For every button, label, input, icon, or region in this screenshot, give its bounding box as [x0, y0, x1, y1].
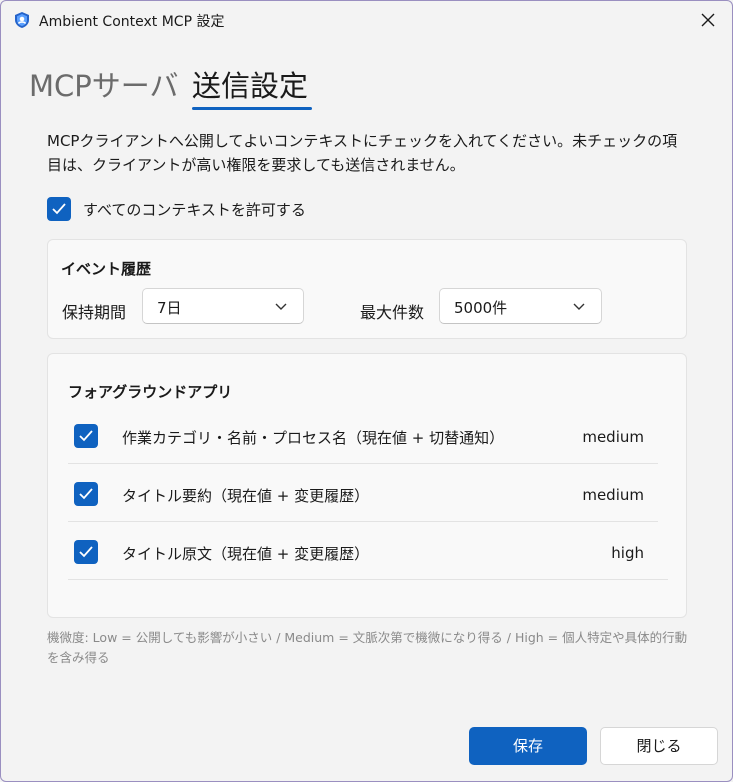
max-count-select[interactable]: 5000件 — [439, 288, 602, 324]
item-checkbox-category[interactable] — [74, 424, 98, 448]
item-label-category: 作業カテゴリ・名前・プロセス名（現在値 + 切替通知） — [122, 429, 505, 447]
chevron-down-icon — [573, 303, 585, 310]
title-bar: Ambient Context MCP 設定 — [1, 1, 732, 41]
retention-label: 保持期間 — [62, 303, 127, 322]
row-divider — [68, 521, 658, 522]
active-tab-indicator — [192, 107, 312, 110]
item-checkbox-title-raw[interactable] — [74, 540, 98, 564]
item-level-title-summary: medium — [582, 486, 644, 504]
allow-all-label: すべてのコンテキストを許可する — [83, 201, 306, 219]
retention-select[interactable]: 7日 — [142, 288, 304, 324]
event-history-card: イベント履歴 保持期間 7日 最大件数 5000件 — [47, 239, 687, 339]
foreground-app-title: フォアグラウンドアプリ — [68, 383, 233, 401]
retention-value: 7日 — [157, 299, 182, 317]
checkmark-icon — [79, 488, 93, 500]
window-close-button[interactable] — [690, 5, 726, 35]
checkmark-icon — [79, 546, 93, 558]
settings-window: Ambient Context MCP 設定 MCPサーバ 送信設定 MCPクラ… — [0, 0, 733, 782]
tab-mcp-server[interactable]: MCPサーバ — [29, 63, 178, 105]
row-divider — [68, 463, 658, 464]
close-button[interactable]: 閉じる — [600, 727, 718, 765]
description-text: MCPクライアントへ公開してよいコンテキストにチェックを入れてください。未チェッ… — [47, 132, 678, 174]
shield-icon — [13, 11, 31, 29]
tab-send-settings[interactable]: 送信設定 — [192, 63, 308, 105]
chevron-down-icon — [275, 303, 287, 310]
item-level-title-raw: high — [611, 544, 644, 562]
item-checkbox-title-summary[interactable] — [74, 482, 98, 506]
item-level-category: medium — [582, 428, 644, 446]
foreground-app-card: フォアグラウンドアプリ 作業カテゴリ・名前・プロセス名（現在値 + 切替通知） … — [47, 353, 687, 618]
event-history-title: イベント履歴 — [61, 260, 152, 278]
item-label-title-raw: タイトル原文（現在値 + 変更履歴） — [122, 545, 370, 563]
row-divider — [68, 579, 668, 580]
checkmark-icon — [52, 203, 66, 215]
item-label-title-summary: タイトル要約（現在値 + 変更履歴） — [122, 487, 370, 505]
checkmark-icon — [79, 430, 93, 442]
close-icon — [701, 13, 715, 27]
save-button[interactable]: 保存 — [469, 727, 587, 765]
allow-all-checkbox[interactable] — [47, 197, 71, 221]
sensitivity-footnote: 機微度: Low = 公開しても影響が小さい / Medium = 文脈次第で機… — [47, 630, 688, 665]
window-title: Ambient Context MCP 設定 — [39, 14, 225, 30]
max-count-label: 最大件数 — [360, 303, 425, 322]
max-count-value: 5000件 — [454, 299, 508, 317]
